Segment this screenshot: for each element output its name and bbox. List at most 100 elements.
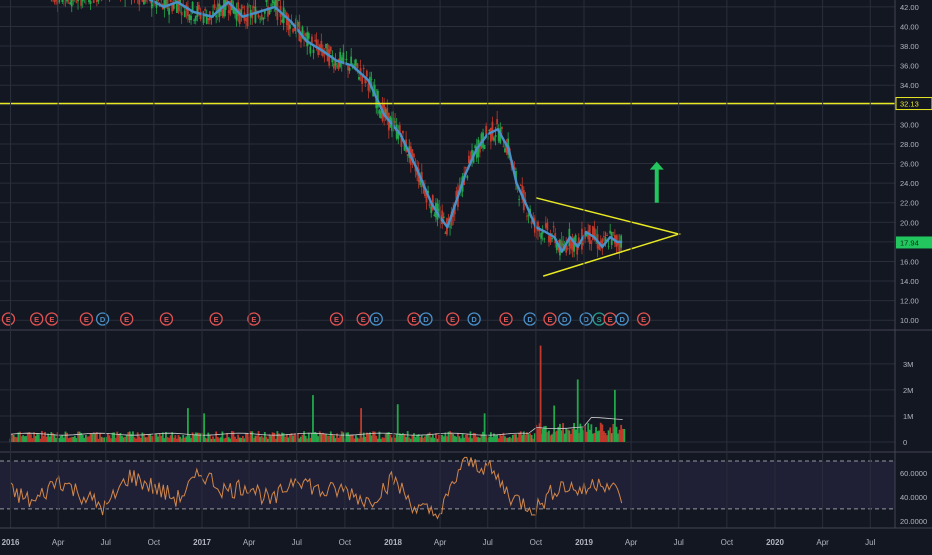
volume-bar — [287, 437, 289, 442]
candle-body — [350, 57, 352, 65]
volume-bar — [192, 432, 194, 442]
x-tick-label: Jul — [101, 538, 111, 547]
volume-bar — [13, 435, 15, 442]
volume-bar — [581, 428, 583, 442]
candle-body — [313, 50, 315, 53]
candle-body — [429, 204, 431, 206]
volume-bar — [190, 438, 192, 442]
volume-bar — [518, 433, 520, 442]
volume-bar — [225, 438, 227, 442]
event-marker-label: D — [374, 315, 380, 324]
volume-bar — [342, 432, 344, 442]
volume-bar — [189, 435, 191, 442]
volume-bar — [466, 434, 468, 442]
x-tick-label: Oct — [148, 538, 161, 547]
candle-body — [598, 245, 600, 249]
event-marker-label: E — [361, 315, 366, 324]
volume-bar — [504, 436, 506, 442]
volume-bar — [537, 428, 539, 442]
volume-bar — [548, 431, 550, 442]
volume-bar — [256, 436, 258, 442]
candle-body — [540, 233, 542, 239]
volume-bar — [390, 435, 392, 442]
x-tick-label: Apr — [52, 538, 65, 547]
event-marker-label: E — [547, 315, 552, 324]
candle-body — [503, 146, 505, 147]
volume-bar — [298, 438, 300, 442]
volume-bar — [616, 427, 618, 442]
volume-bar — [561, 430, 563, 442]
volume-bar — [91, 434, 93, 442]
volume-bar — [99, 433, 101, 442]
volume-bar — [320, 434, 322, 442]
volume-bar — [559, 424, 561, 442]
x-tick-label: 2019 — [575, 538, 593, 547]
event-marker-label: S — [597, 315, 602, 324]
volume-bar — [250, 431, 252, 442]
volume-bar — [316, 433, 318, 442]
volume-bar — [46, 437, 48, 442]
candle-body — [281, 20, 283, 22]
candle-body — [253, 6, 255, 8]
candle-body — [484, 145, 486, 149]
candle-body — [546, 223, 548, 230]
volume-bar — [407, 431, 409, 442]
y-tick-label: 20.00 — [900, 218, 919, 227]
volume-bar — [218, 438, 220, 442]
volume-bar — [620, 425, 622, 442]
volume-bar — [267, 439, 269, 442]
volume-bar — [510, 438, 512, 442]
volume-bar — [609, 427, 611, 442]
volume-tick-label: 3M — [903, 360, 913, 369]
candle-body — [289, 25, 291, 29]
candle-body — [379, 110, 381, 113]
candle-body — [407, 154, 409, 156]
candle-body — [265, 0, 267, 2]
x-tick-label: Apr — [243, 538, 256, 547]
volume-bar — [115, 438, 117, 442]
volume-bar — [426, 435, 428, 442]
volume-bar — [495, 435, 497, 442]
candle-body — [465, 167, 467, 168]
candle-body — [141, 0, 143, 2]
volume-bar — [368, 434, 370, 442]
volume-spike — [203, 413, 205, 442]
candle-body — [54, 0, 56, 2]
volume-bar — [364, 437, 366, 442]
volume-bar — [460, 438, 462, 442]
y-tick-label: 22.00 — [900, 199, 919, 208]
volume-bar — [506, 438, 508, 442]
candle-body — [490, 128, 492, 142]
candle-body — [333, 64, 335, 69]
volume-bar — [598, 431, 600, 442]
volume-bar — [132, 431, 134, 442]
candle-body — [228, 10, 230, 13]
volume-bar — [215, 431, 217, 442]
event-marker-label: E — [504, 315, 509, 324]
volume-bar — [441, 435, 443, 442]
volume-bar — [25, 436, 27, 442]
y-tick-label: 28.00 — [900, 140, 919, 149]
x-tick-label: Jul — [865, 538, 875, 547]
event-marker-label: E — [34, 315, 39, 324]
volume-bar — [272, 432, 274, 442]
volume-bar — [207, 433, 209, 442]
volume-bar — [151, 436, 153, 442]
volume-bar — [258, 431, 260, 442]
candle-body — [193, 20, 195, 21]
volume-bar — [163, 438, 165, 442]
event-marker-label: E — [164, 315, 169, 324]
volume-bar — [21, 436, 23, 442]
volume-bar — [138, 436, 140, 442]
volume-bar — [85, 435, 87, 442]
volume-bar — [415, 437, 417, 442]
volume-bar — [564, 434, 566, 442]
volume-bar — [107, 434, 109, 442]
volume-spike — [312, 395, 314, 442]
volume-bar — [385, 434, 387, 442]
candle-body — [449, 226, 451, 227]
volume-bar — [452, 434, 454, 442]
candle-body — [189, 15, 191, 20]
volume-bar — [11, 434, 13, 442]
volume-bar — [528, 434, 530, 442]
